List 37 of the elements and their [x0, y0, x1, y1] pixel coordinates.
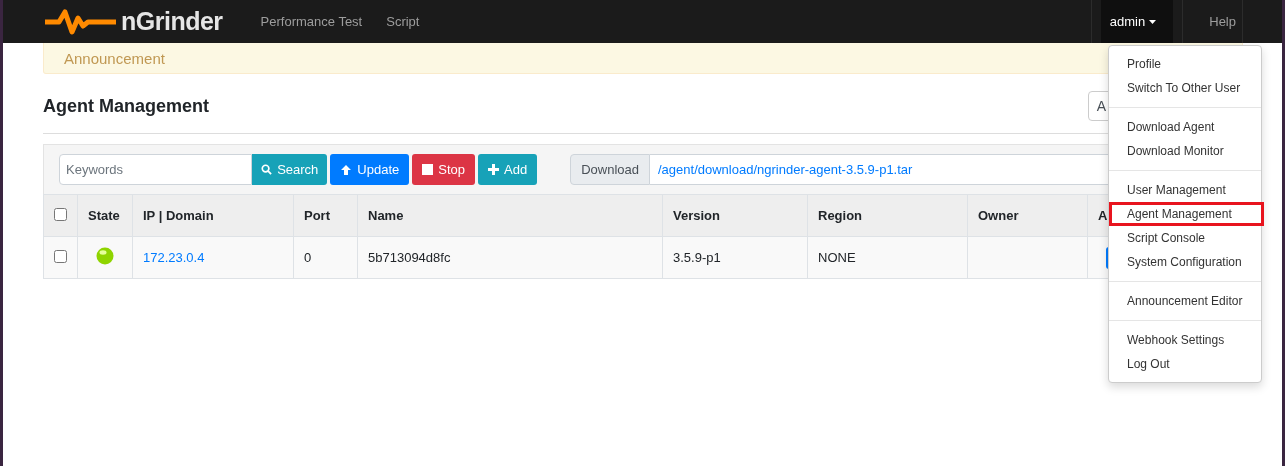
download-label: Download: [570, 154, 650, 185]
nav-link[interactable]: Script: [374, 0, 432, 43]
table-cell: 3.5.9-p1: [662, 236, 808, 279]
caret-icon: [1149, 19, 1157, 24]
page-title: Agent Management: [43, 95, 210, 117]
ip-link[interactable]: 172.23.0.4: [143, 250, 205, 265]
nav-link[interactable]: Performance Test: [248, 0, 375, 43]
keyword-search-field[interactable]: Keywords: [59, 154, 253, 185]
stop-button[interactable]: Stop: [412, 154, 476, 185]
menu-item[interactable]: Profile: [1109, 52, 1261, 76]
update-button[interactable]: Update: [330, 154, 410, 185]
stop-icon: [422, 164, 434, 175]
table-cell: 0: [293, 236, 358, 279]
column-header: Region: [807, 194, 968, 237]
row-checkbox[interactable]: [54, 249, 67, 263]
user-menu-toggle[interactable]: admin: [1100, 0, 1174, 43]
column-header: State: [77, 194, 133, 237]
table-cell: NONE: [807, 236, 968, 279]
menu-item[interactable]: Log Out: [1109, 352, 1261, 376]
select-all-checkbox[interactable]: [54, 207, 67, 221]
column-header: Version: [662, 194, 808, 237]
logo-text[interactable]: nGrinder: [121, 7, 223, 36]
menu-item[interactable]: Announcement Editor: [1109, 289, 1261, 313]
plus-icon: [488, 164, 500, 175]
up-arrow-icon: [340, 163, 353, 176]
menu-item[interactable]: System Configuration: [1109, 250, 1261, 274]
column-header: Port: [293, 194, 358, 237]
menu-item[interactable]: Webhook Settings: [1109, 328, 1261, 352]
search-icon: [261, 164, 273, 175]
column-header: Name: [357, 194, 663, 237]
menu-item[interactable]: Download Monitor: [1109, 139, 1261, 163]
waveform-logo-icon: [43, 8, 118, 35]
status-dot: [96, 247, 114, 265]
column-header: IP | Domain: [132, 194, 294, 237]
table-cell: 5b713094d8fc: [357, 236, 663, 279]
column-header: Owner: [967, 194, 1088, 237]
download-link[interactable]: /agent/download/ngrinder-agent-3.5.9-p1.tar: [658, 162, 913, 177]
